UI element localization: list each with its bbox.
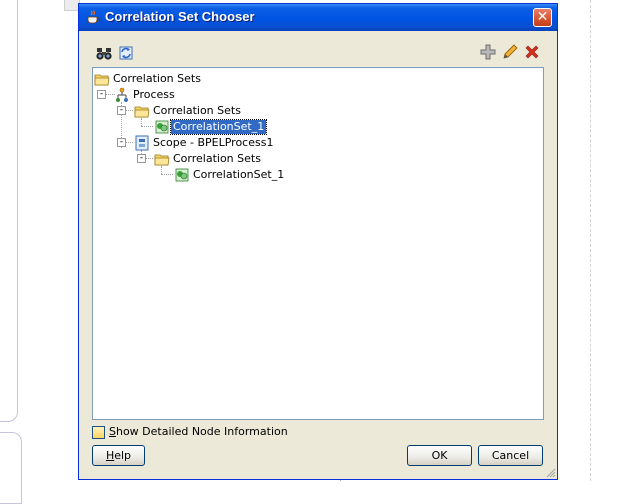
refresh-icon[interactable]: [117, 44, 135, 62]
show-detailed-node-info-checkbox[interactable]: [92, 426, 105, 439]
title-bar[interactable]: Correlation Set Chooser ✕: [79, 4, 557, 31]
tree-node-label: Correlation Sets: [173, 152, 261, 165]
collapse-toggle[interactable]: -: [137, 154, 146, 163]
close-button[interactable]: ✕: [533, 8, 552, 27]
tree-connector: [161, 174, 173, 175]
tree-node-label: CorrelationSet_1: [169, 119, 268, 135]
correlation-set-icon: [175, 168, 189, 182]
resize-grip-icon[interactable]: [546, 468, 556, 478]
help-button[interactable]: Help: [92, 445, 145, 466]
background-divider: [590, 0, 591, 481]
tree-node-label: Correlation Sets: [113, 72, 201, 85]
collapse-toggle[interactable]: -: [117, 138, 126, 147]
correlation-set-tree[interactable]: Correlation Sets - Process - Correlation…: [92, 67, 544, 420]
tree-node-label: Process: [133, 88, 175, 101]
mnemonic-h: H: [105, 449, 115, 462]
binoculars-icon[interactable]: [95, 44, 113, 62]
ok-button[interactable]: OK: [407, 445, 472, 466]
tree-connector: [145, 158, 153, 159]
folder-icon: [154, 154, 170, 166]
tree-connector: [161, 166, 162, 174]
delete-icon[interactable]: [523, 43, 541, 61]
tree-node-label: CorrelationSet_1: [193, 168, 285, 181]
tree-connector: [125, 142, 133, 143]
help-label: elp: [114, 449, 132, 462]
process-icon: [116, 87, 128, 102]
scope-icon: [135, 135, 149, 151]
tree-node-label: Correlation Sets: [153, 104, 241, 117]
show-detailed-node-info-label[interactable]: Show Detailed Node Information: [109, 425, 288, 438]
tree-node-label: Scope - BPELProcess1: [153, 136, 274, 149]
correlation-set-icon: [155, 120, 169, 134]
dialog-title: Correlation Set Chooser: [105, 9, 255, 24]
collapse-toggle[interactable]: -: [117, 106, 126, 115]
add-icon[interactable]: [479, 43, 497, 61]
folder-icon: [94, 74, 110, 86]
cancel-button[interactable]: Cancel: [478, 445, 543, 466]
background-panel-lower: [0, 432, 22, 504]
folder-icon: [134, 106, 150, 118]
tree-connector: [141, 118, 142, 126]
mnemonic-s: S: [109, 425, 116, 438]
correlation-set-chooser-dialog: Correlation Set Chooser ✕ Correlation Se…: [78, 3, 558, 480]
close-icon: ✕: [536, 9, 549, 25]
background-panel: [0, 0, 18, 422]
collapse-toggle[interactable]: -: [97, 90, 106, 99]
checkbox-label-text: how Detailed Node Information: [115, 425, 288, 438]
edit-icon[interactable]: [501, 43, 519, 61]
tree-connector: [141, 126, 153, 127]
app-cup-icon: [87, 10, 101, 24]
